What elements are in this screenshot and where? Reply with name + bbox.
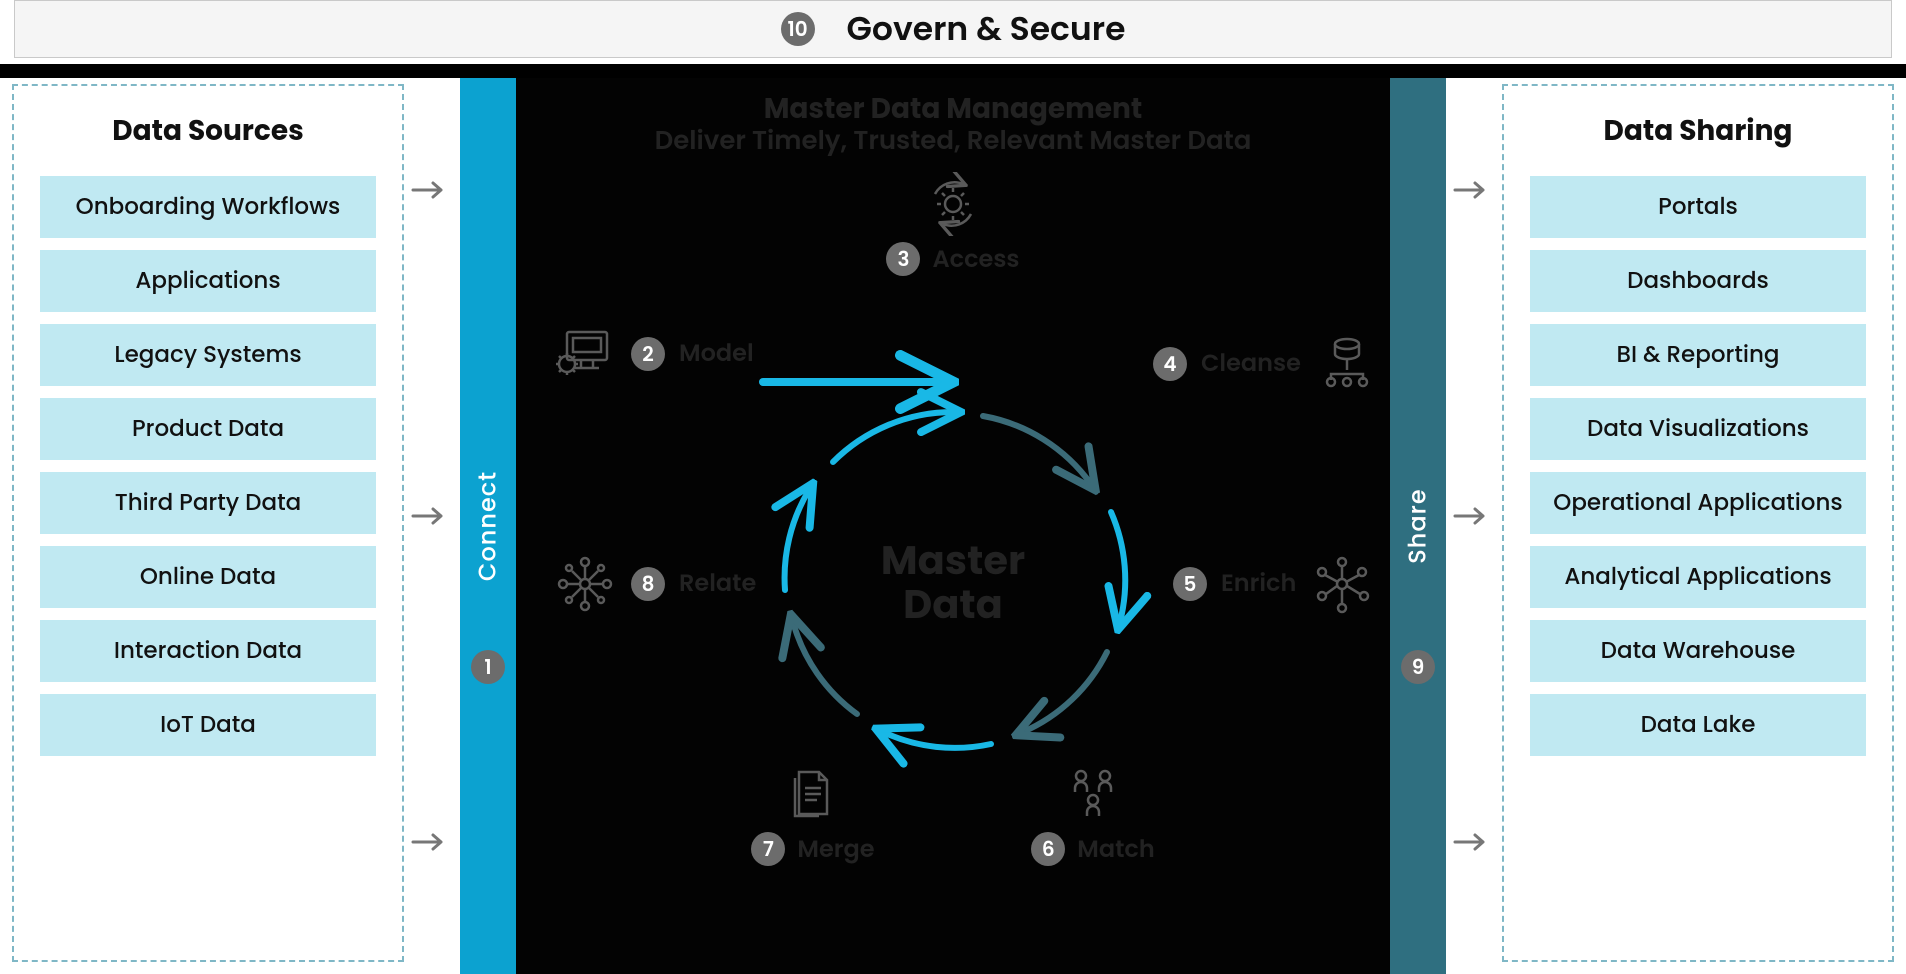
step-label-match: Match: [1077, 832, 1154, 867]
step-badge-8: 8: [631, 567, 665, 601]
source-tile: Third Party Data: [40, 472, 376, 534]
step-badge-7: 7: [751, 832, 785, 866]
share-label: Share: [1401, 488, 1436, 563]
data-sharing-title: Data Sharing: [1530, 110, 1866, 152]
connect-bar: Connect 1: [460, 78, 516, 974]
people-group-icon: [1061, 762, 1125, 826]
step-label-cleanse: Cleanse: [1201, 346, 1301, 381]
step-badge-6: 6: [1031, 832, 1065, 866]
data-sources-panel: Data Sources Onboarding Workflows Applic…: [12, 84, 404, 962]
db-network-icon: [1315, 332, 1379, 396]
sharing-tile: Data Visualizations: [1530, 398, 1866, 460]
step-label-relate: Relate: [679, 566, 756, 601]
step-relate: 8 Relate: [553, 552, 756, 616]
mdm-center: Master Data Management Deliver Timely, T…: [516, 78, 1390, 974]
flow-arrow-right-icon: [411, 178, 453, 202]
sharing-tile: Operational Applications: [1530, 472, 1866, 534]
hub-line2: Data: [903, 576, 1003, 632]
step-label-access: Access: [932, 242, 1019, 277]
connect-label: Connect: [471, 471, 506, 581]
cycle-hub: Master Data: [881, 538, 1025, 626]
documents-icon: [781, 762, 845, 826]
sharing-tile: BI & Reporting: [1530, 324, 1866, 386]
source-tile: Online Data: [40, 546, 376, 608]
source-tile: Onboarding Workflows: [40, 176, 376, 238]
source-tile: Legacy Systems: [40, 324, 376, 386]
flow-arrow-right-icon: [1453, 830, 1495, 854]
source-tile: Applications: [40, 250, 376, 312]
govern-secure-label: Govern & Secure: [847, 4, 1126, 54]
mdm-title: Master Data Management Deliver Timely, T…: [516, 92, 1390, 157]
sharing-tile: Data Warehouse: [1530, 620, 1866, 682]
step-model: 2 Model: [553, 322, 754, 386]
step-merge: 7 Merge: [733, 762, 893, 867]
source-tile: Product Data: [40, 398, 376, 460]
step-badge-1: 1: [471, 650, 505, 684]
step-label-enrich: Enrich: [1221, 566, 1296, 601]
step-enrich: Enrich 5: [1173, 552, 1374, 616]
source-tile: Interaction Data: [40, 620, 376, 682]
flow-arrow-right-icon: [411, 504, 453, 528]
flow-arrow-right-icon: [411, 830, 453, 854]
step-cleanse: Cleanse 4: [1153, 332, 1379, 396]
hub-nodes-icon: [553, 552, 617, 616]
share-bar: Share 9: [1390, 78, 1446, 974]
divider-strip: [0, 64, 1906, 78]
flow-arrow-right-icon: [1453, 178, 1495, 202]
gear-cycle-icon: [921, 172, 985, 236]
mdm-cycle: Master Data 2 Model: [613, 222, 1293, 902]
sharing-tile: Portals: [1530, 176, 1866, 238]
step-match: 6 Match: [1013, 762, 1173, 867]
step-access: 3 Access: [873, 172, 1033, 277]
data-sharing-panel: Data Sharing Portals Dashboards BI & Rep…: [1502, 84, 1894, 962]
sharing-tile: Analytical Applications: [1530, 546, 1866, 608]
main-diagram: Data Sources Onboarding Workflows Applic…: [0, 78, 1906, 974]
sharing-tile: Dashboards: [1530, 250, 1866, 312]
step-label-model: Model: [679, 336, 754, 371]
sharing-tile: Data Lake: [1530, 694, 1866, 756]
step-badge-10: 10: [781, 12, 815, 46]
step-badge-9: 9: [1401, 650, 1435, 684]
radial-nodes-icon: [1310, 552, 1374, 616]
step-label-merge: Merge: [797, 832, 874, 867]
source-tile: IoT Data: [40, 694, 376, 756]
step-badge-3: 3: [886, 242, 920, 276]
step-badge-4: 4: [1153, 347, 1187, 381]
mdm-title-line2: Deliver Timely, Trusted, Relevant Master…: [516, 126, 1390, 157]
arrow-gutter-right: [1446, 78, 1502, 974]
govern-secure-bar: 10 Govern & Secure: [14, 0, 1892, 58]
flow-arrow-right-icon: [1453, 504, 1495, 528]
arrow-gutter-left: [404, 78, 460, 974]
step-badge-2: 2: [631, 337, 665, 371]
data-sources-title: Data Sources: [40, 110, 376, 152]
step-badge-5: 5: [1173, 567, 1207, 601]
monitor-gear-icon: [553, 322, 617, 386]
